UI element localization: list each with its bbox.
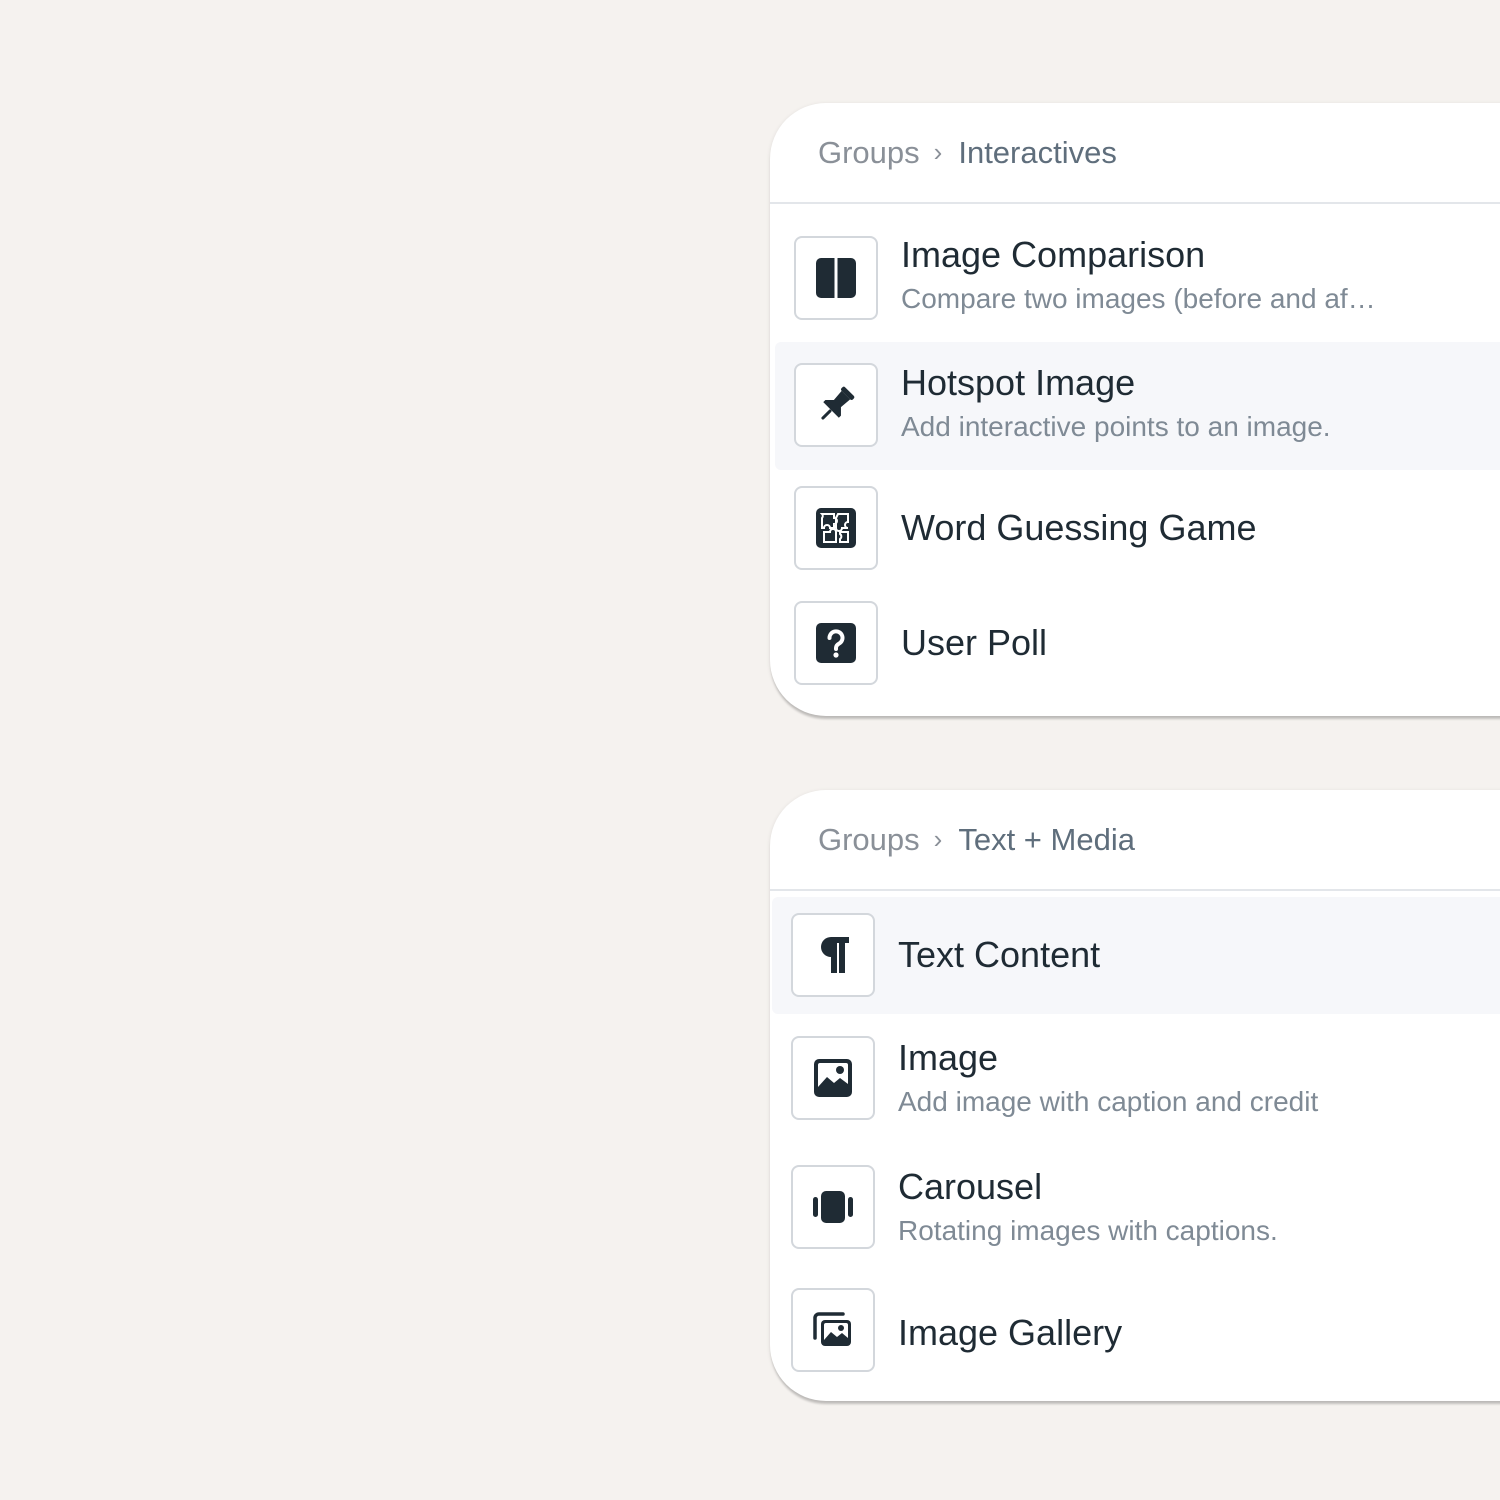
breadcrumb-current: Interactives	[958, 134, 1117, 170]
item-title: Image	[898, 1037, 999, 1078]
item-description: Rotating images with captions.	[898, 1215, 1278, 1246]
breadcrumb-separator: ›	[933, 824, 943, 854]
item-description: Compare two images (before and af…	[901, 283, 1376, 314]
item-title: Word Guessing Game	[901, 507, 1257, 548]
user-poll-icon-box	[794, 601, 878, 685]
item-description: Add interactive points to an image.	[901, 411, 1331, 442]
word-guessing-game-icon-box	[794, 486, 878, 570]
item-title: Text Content	[898, 934, 1101, 975]
breadcrumb-groups-link[interactable]: Groups	[818, 822, 920, 858]
item-title: Image Comparison	[901, 234, 1206, 275]
block-item-hotspot-image[interactable]: Hotspot Image Add interactive points to …	[775, 342, 1500, 470]
item-title: Carousel	[898, 1166, 1043, 1207]
item-description: Add image with caption and credit	[898, 1086, 1319, 1117]
image-icon	[814, 1059, 852, 1097]
pushpin-icon	[821, 386, 855, 420]
block-item-image-gallery[interactable]: Image Gallery	[772, 1280, 1500, 1385]
carousel-icon-box	[791, 1165, 875, 1249]
hotspot-image-icon-box	[794, 363, 878, 447]
block-item-word-guessing-game[interactable]: Word Guessing Game	[775, 478, 1500, 578]
breadcrumb-separator: ›	[933, 137, 943, 167]
breadcrumb-groups-link[interactable]: Groups	[818, 135, 920, 171]
text-content-icon-box	[791, 913, 875, 997]
item-title: Image Gallery	[898, 1312, 1123, 1353]
carousel-icon	[813, 1191, 853, 1223]
block-item-user-poll[interactable]: User Poll	[775, 593, 1500, 693]
image-gallery-icon-box	[791, 1288, 875, 1372]
breadcrumb: Groups › Interactives	[770, 103, 1500, 204]
item-title: Hotspot Image	[901, 362, 1136, 403]
interactives-group-panel: Groups › Interactives Image Comparison C…	[770, 103, 1500, 716]
text-media-group-panel: Groups › Text + Media Text Content Image…	[770, 790, 1500, 1401]
puzzle-icon	[816, 508, 856, 548]
block-item-image-comparison[interactable]: Image Comparison Compare two images (bef…	[775, 225, 1500, 330]
question-square-icon	[816, 623, 856, 663]
image-icon-box	[791, 1036, 875, 1120]
breadcrumb: Groups › Text + Media	[770, 790, 1500, 891]
item-title: User Poll	[901, 622, 1048, 663]
breadcrumb-current: Text + Media	[958, 821, 1135, 857]
block-item-image[interactable]: Image Add image with caption and credit	[772, 1025, 1500, 1140]
block-item-text-content[interactable]: Text Content	[772, 897, 1500, 1014]
split-square-icon	[816, 258, 856, 298]
gallery-icon	[813, 1312, 851, 1346]
image-comparison-icon-box	[794, 236, 878, 320]
block-item-carousel[interactable]: Carousel Rotating images with captions.	[772, 1154, 1500, 1269]
pilcrow-icon	[821, 937, 849, 973]
